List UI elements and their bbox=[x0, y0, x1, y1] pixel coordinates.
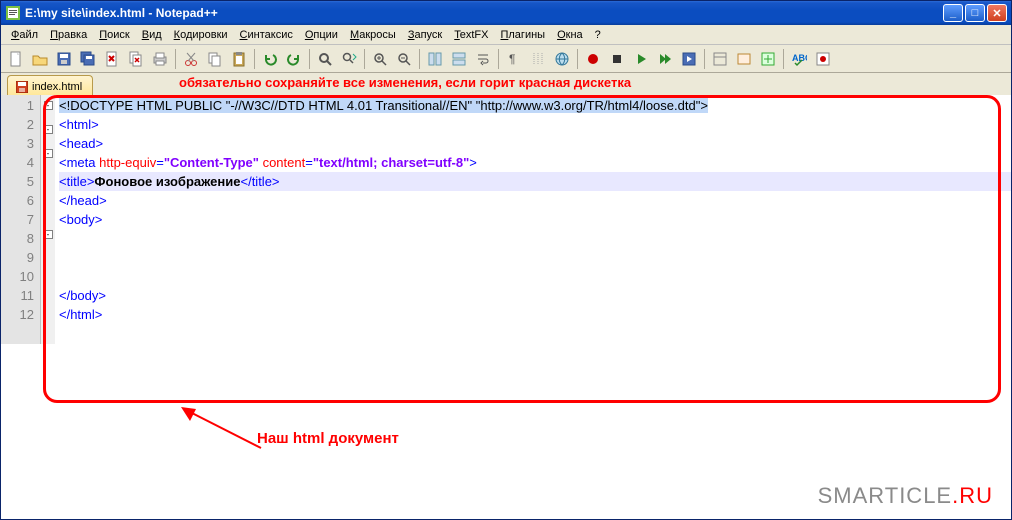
record-icon[interactable] bbox=[582, 48, 604, 70]
app-window: E:\my site\index.html - Notepad++ _ □ ✕ … bbox=[0, 0, 1012, 520]
find-icon[interactable] bbox=[314, 48, 336, 70]
code-editor[interactable]: <!DOCTYPE HTML PUBLIC "-//W3C//DTD HTML … bbox=[55, 95, 1011, 344]
save-all-icon[interactable] bbox=[77, 48, 99, 70]
lang-icon[interactable] bbox=[551, 48, 573, 70]
print-icon[interactable] bbox=[149, 48, 171, 70]
spellcheck-icon[interactable]: ABC bbox=[788, 48, 810, 70]
close-all-icon[interactable] bbox=[125, 48, 147, 70]
toolbar-btn-c[interactable] bbox=[757, 48, 779, 70]
tab-label: index.html bbox=[32, 81, 82, 93]
menu-bar: ФайлПравкаПоискВидКодировкиСинтаксисОпци… bbox=[1, 25, 1011, 45]
tab-index-html[interactable]: index.html bbox=[7, 75, 93, 95]
menu-item[interactable]: Файл bbox=[5, 27, 44, 43]
menu-item[interactable]: Правка bbox=[44, 27, 93, 43]
annotation-save-hint: обязательно сохраняйте все изменения, ес… bbox=[179, 75, 631, 90]
close-button[interactable]: ✕ bbox=[987, 4, 1007, 22]
svg-text:¶: ¶ bbox=[509, 52, 515, 66]
title-bar[interactable]: E:\my site\index.html - Notepad++ _ □ ✕ bbox=[1, 1, 1011, 25]
window-title: E:\my site\index.html - Notepad++ bbox=[25, 6, 218, 20]
stop-icon[interactable] bbox=[606, 48, 628, 70]
fold-column[interactable]: ---- bbox=[41, 95, 55, 344]
menu-item[interactable]: Опции bbox=[299, 27, 344, 43]
toolbar-btn-a[interactable] bbox=[709, 48, 731, 70]
undo-icon[interactable] bbox=[259, 48, 281, 70]
unsaved-indicator-icon bbox=[16, 81, 28, 93]
invisible-chars-icon[interactable]: ¶ bbox=[503, 48, 525, 70]
menu-item[interactable]: Плагины bbox=[494, 27, 551, 43]
sync-v-icon[interactable] bbox=[424, 48, 446, 70]
wrap-icon[interactable] bbox=[472, 48, 494, 70]
replace-icon[interactable] bbox=[338, 48, 360, 70]
cut-icon[interactable] bbox=[180, 48, 202, 70]
line-number-gutter[interactable]: 123456789101112 bbox=[1, 95, 41, 344]
indent-guide-icon[interactable] bbox=[527, 48, 549, 70]
menu-item[interactable]: Вид bbox=[136, 27, 168, 43]
annotation-arrow2-icon bbox=[176, 403, 266, 453]
watermark-logo: SMARTICLE.RU bbox=[818, 483, 993, 509]
editor-area: 123456789101112 ---- <!DOCTYPE HTML PUBL… bbox=[1, 95, 1011, 519]
menu-item[interactable]: Синтаксис bbox=[234, 27, 299, 43]
menu-item[interactable]: ? bbox=[589, 27, 607, 43]
toolbar: ¶ ABC bbox=[1, 45, 1011, 73]
zoom-in-icon[interactable] bbox=[369, 48, 391, 70]
save-icon[interactable] bbox=[53, 48, 75, 70]
toolbar-last-icon[interactable] bbox=[812, 48, 834, 70]
menu-item[interactable]: Поиск bbox=[93, 27, 135, 43]
zoom-out-icon[interactable] bbox=[393, 48, 415, 70]
menu-item[interactable]: TextFX bbox=[448, 27, 494, 43]
tab-bar: index.html обязательно сохраняйте все из… bbox=[1, 73, 1011, 95]
app-icon bbox=[5, 5, 21, 21]
copy-icon[interactable] bbox=[204, 48, 226, 70]
sync-h-icon[interactable] bbox=[448, 48, 470, 70]
menu-item[interactable]: Запуск bbox=[402, 27, 448, 43]
maximize-button[interactable]: □ bbox=[965, 4, 985, 22]
open-file-icon[interactable] bbox=[29, 48, 51, 70]
play-icon[interactable] bbox=[630, 48, 652, 70]
play-multi-icon[interactable] bbox=[654, 48, 676, 70]
close-doc-icon[interactable] bbox=[101, 48, 123, 70]
annotation-doc-label: Наш html документ bbox=[257, 430, 399, 447]
minimize-button[interactable]: _ bbox=[943, 4, 963, 22]
save-macro-icon[interactable] bbox=[678, 48, 700, 70]
new-file-icon[interactable] bbox=[5, 48, 27, 70]
menu-item[interactable]: Окна bbox=[551, 27, 589, 43]
menu-item[interactable]: Кодировки bbox=[168, 27, 234, 43]
menu-item[interactable]: Макросы bbox=[344, 27, 402, 43]
redo-icon[interactable] bbox=[283, 48, 305, 70]
paste-icon[interactable] bbox=[228, 48, 250, 70]
toolbar-btn-b[interactable] bbox=[733, 48, 755, 70]
